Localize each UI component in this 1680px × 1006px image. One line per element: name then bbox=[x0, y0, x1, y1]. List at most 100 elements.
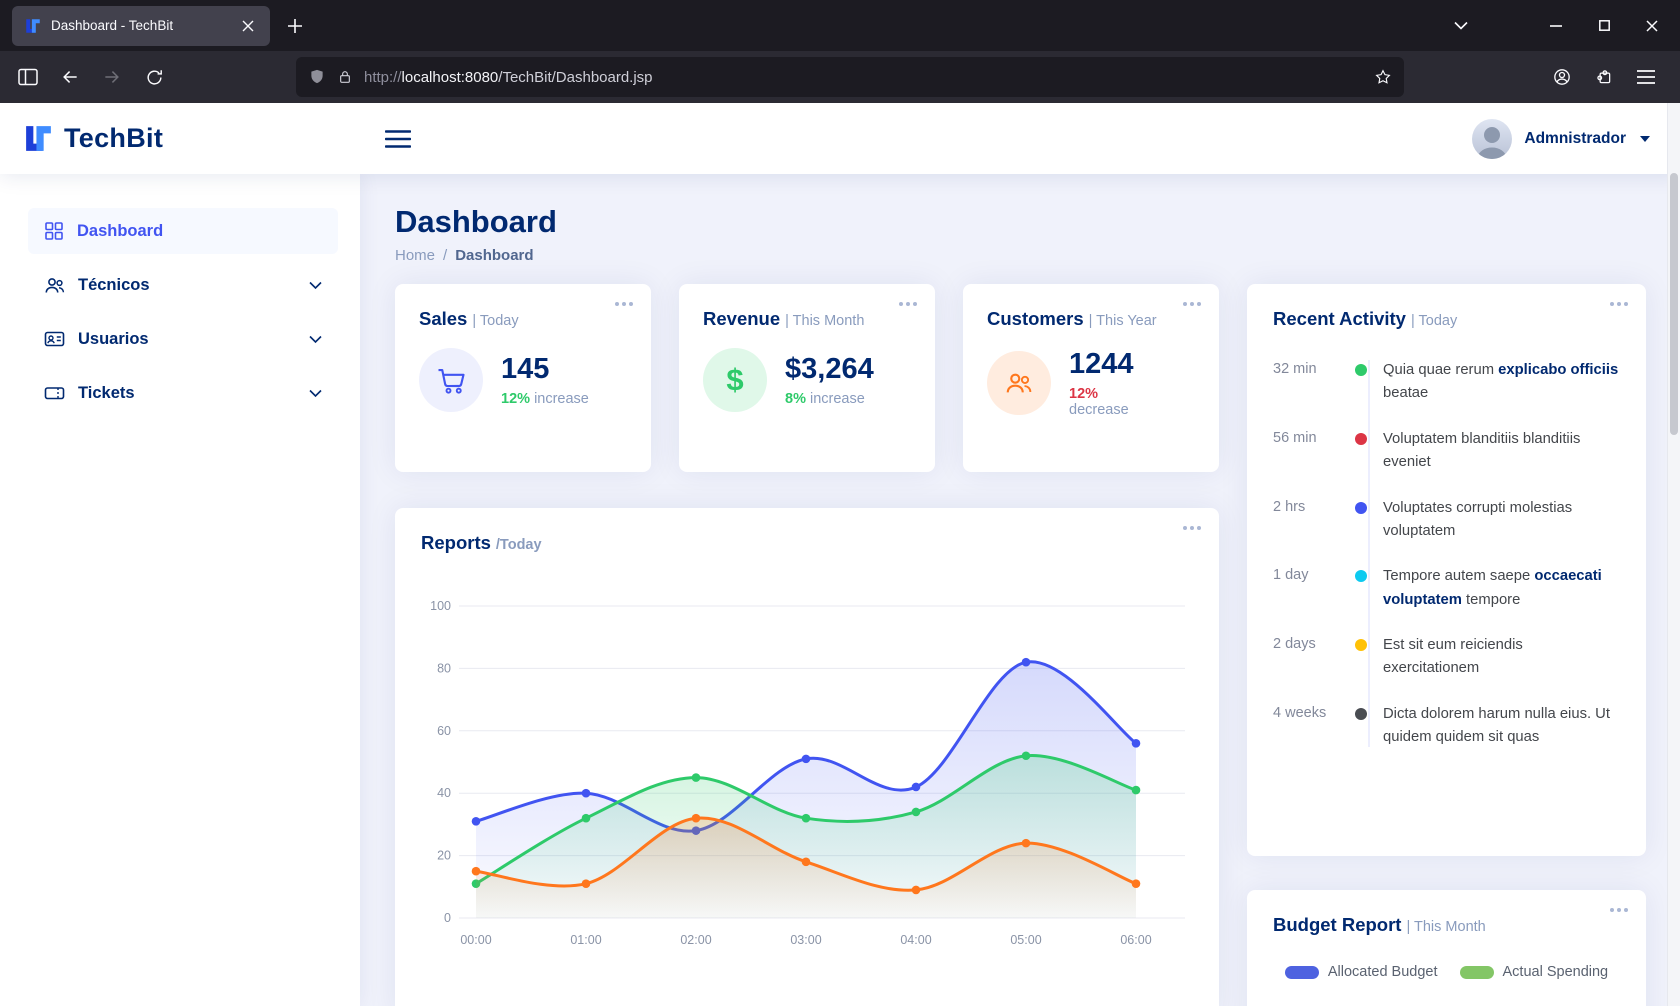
card-title: Budget Report bbox=[1273, 914, 1402, 935]
card-options-icon[interactable] bbox=[615, 302, 633, 306]
svg-text:04:00: 04:00 bbox=[900, 933, 931, 947]
legend-item[interactable]: Allocated Budget bbox=[1284, 964, 1438, 980]
window-close-button[interactable] bbox=[1628, 0, 1676, 51]
sidebar-item-label: Usuarios bbox=[78, 329, 149, 348]
card-options-icon[interactable] bbox=[1610, 908, 1628, 912]
svg-text:80: 80 bbox=[437, 661, 451, 675]
card-title: Revenue bbox=[703, 308, 781, 329]
sales-value: 145 bbox=[501, 353, 550, 385]
page-scrollbar-thumb[interactable] bbox=[1670, 173, 1678, 435]
breadcrumb: Home / Dashboard bbox=[395, 247, 1658, 264]
customers-value: 1244 bbox=[1069, 348, 1134, 380]
activity-item: 4 weeks Dicta dolorem harum nulla eius. … bbox=[1273, 692, 1620, 761]
activity-text: Voluptates corrupti molestias voluptatem bbox=[1383, 499, 1573, 539]
legend-label: Allocated Budget bbox=[1327, 964, 1438, 980]
activity-item: 56 min Voluptatem blanditiis blanditiis … bbox=[1273, 417, 1620, 486]
tab-close-icon[interactable] bbox=[234, 12, 262, 40]
sidebar-collapse-toggle-icon[interactable] bbox=[381, 122, 415, 156]
activity-dot bbox=[1355, 570, 1367, 583]
legend-label: Actual Spending bbox=[1502, 964, 1609, 980]
reports-card: Reports/Today 0 20 40 60 80 100 00:00 01:00 02:0… bbox=[395, 508, 1219, 1006]
activity-item: 1 day Tempore autem saepe occaecati volu… bbox=[1273, 554, 1620, 623]
activity-text: Voluptatem blanditiis blanditiis eveniet bbox=[1383, 430, 1581, 471]
activity-time: 32 min bbox=[1273, 361, 1317, 377]
url-input[interactable]: http://localhost:8080/TechBit/Dashboard.… bbox=[364, 69, 1363, 86]
bookmark-star-icon[interactable] bbox=[1374, 68, 1392, 86]
tracking-protection-shield-icon[interactable] bbox=[308, 67, 326, 87]
activity-dot bbox=[1355, 501, 1367, 514]
page-title: Dashboard bbox=[395, 204, 557, 239]
sidebar-toggle-icon[interactable] bbox=[10, 59, 46, 95]
chevron-down-icon[interactable] bbox=[309, 389, 322, 398]
chevron-down-icon[interactable] bbox=[309, 281, 322, 290]
budget-report-card: Budget Report | This Month Allocated Budg… bbox=[1247, 890, 1646, 1006]
dashboard-grid-icon bbox=[44, 221, 64, 241]
customers-percent-note: decrease bbox=[1069, 402, 1129, 418]
app-menu-hamburger-icon[interactable] bbox=[1628, 59, 1664, 95]
card-filter: | This Month bbox=[1406, 919, 1486, 935]
user-menu-caret-icon[interactable] bbox=[1640, 135, 1650, 142]
breadcrumb-home-link[interactable]: Home bbox=[395, 247, 435, 264]
card-options-icon[interactable] bbox=[1183, 302, 1201, 306]
sidebar: Dashboard Técnicos Usuarios Tickets bbox=[0, 174, 360, 1006]
user-avatar[interactable] bbox=[1472, 118, 1513, 159]
activity-timeline: 32 min Quia quae rerum explicabo officii… bbox=[1273, 348, 1620, 761]
card-options-icon[interactable] bbox=[899, 302, 917, 306]
activity-item: 32 min Quia quae rerum explicabo officii… bbox=[1273, 348, 1620, 417]
card-filter: /Today bbox=[495, 537, 542, 553]
sidebar-item-usuarios[interactable]: Usuarios bbox=[28, 316, 338, 362]
user-card-icon bbox=[44, 329, 65, 349]
window-maximize-button[interactable] bbox=[1580, 0, 1628, 51]
extensions-puzzle-icon[interactable] bbox=[1586, 59, 1622, 95]
card-filter: | Today bbox=[472, 313, 519, 329]
revenue-percent: 8% bbox=[785, 391, 806, 407]
svg-text:00:00: 00:00 bbox=[460, 933, 491, 947]
activity-text: Quia quae rerum explicabo officiis beata… bbox=[1383, 362, 1619, 402]
back-button[interactable] bbox=[52, 59, 88, 95]
new-tab-button[interactable] bbox=[278, 9, 312, 43]
activity-dot bbox=[1355, 707, 1367, 720]
forward-button[interactable] bbox=[94, 59, 130, 95]
revenue-card: Revenue | This Month $ $3,264 8% increase bbox=[679, 284, 935, 472]
activity-text: Est sit eum reiciendis exercitationem bbox=[1383, 637, 1523, 677]
page-scrollbar[interactable] bbox=[1667, 103, 1680, 1006]
page-viewport: TechBit Admnistrador Dashboard Técnicos … bbox=[0, 103, 1680, 1006]
legend-item[interactable]: Actual Spending bbox=[1459, 964, 1609, 980]
url-path: /TechBit/Dashboard.jsp bbox=[498, 68, 653, 86]
breadcrumb-separator: / bbox=[443, 247, 448, 264]
card-options-icon[interactable] bbox=[1610, 302, 1628, 306]
activity-time: 2 hrs bbox=[1273, 498, 1306, 515]
reload-button[interactable] bbox=[136, 59, 172, 95]
ticket-icon bbox=[44, 383, 65, 403]
sales-percent-note: increase bbox=[534, 391, 589, 407]
sidebar-item-label: Técnicos bbox=[78, 275, 150, 294]
url-bar[interactable]: http://localhost:8080/TechBit/Dashboard.… bbox=[296, 57, 1404, 97]
window-minimize-button[interactable] bbox=[1532, 0, 1580, 51]
tab-favicon-icon bbox=[24, 17, 42, 35]
cart-icon bbox=[419, 348, 483, 412]
list-all-tabs-chevron-icon[interactable] bbox=[1444, 9, 1478, 43]
brand-name: TechBit bbox=[64, 123, 164, 153]
sidebar-item-tecnicos[interactable]: Técnicos bbox=[28, 262, 338, 308]
sidebar-item-tickets[interactable]: Tickets bbox=[28, 370, 338, 416]
user-profile-menu[interactable]: Admnistrador bbox=[1472, 118, 1650, 159]
activity-time: 2 days bbox=[1273, 636, 1316, 652]
sidebar-item-dashboard[interactable]: Dashboard bbox=[28, 208, 338, 254]
browser-toolbar: http://localhost:8080/TechBit/Dashboard.… bbox=[0, 51, 1680, 103]
customers-people-icon bbox=[987, 351, 1051, 415]
brand-logo[interactable]: TechBit bbox=[22, 122, 163, 155]
url-host: localhost:8080 bbox=[401, 68, 499, 86]
browser-tab[interactable]: Dashboard - TechBit bbox=[12, 5, 270, 46]
svg-text:40: 40 bbox=[437, 786, 451, 800]
chevron-down-icon[interactable] bbox=[309, 335, 322, 344]
revenue-value: $3,264 bbox=[785, 353, 874, 385]
account-icon[interactable] bbox=[1544, 59, 1580, 95]
card-options-icon[interactable] bbox=[1183, 526, 1201, 530]
browser-window: Dashboard - TechBit http://localhost:808… bbox=[0, 0, 1680, 1006]
sales-card: Sales | Today 145 12% increase bbox=[395, 284, 651, 472]
activity-dot bbox=[1355, 432, 1367, 445]
tab-title: Dashboard - TechBit bbox=[51, 18, 174, 33]
card-title: Recent Activity bbox=[1273, 308, 1406, 329]
card-title: Sales bbox=[419, 308, 468, 329]
site-security-lock-icon[interactable] bbox=[337, 68, 353, 86]
